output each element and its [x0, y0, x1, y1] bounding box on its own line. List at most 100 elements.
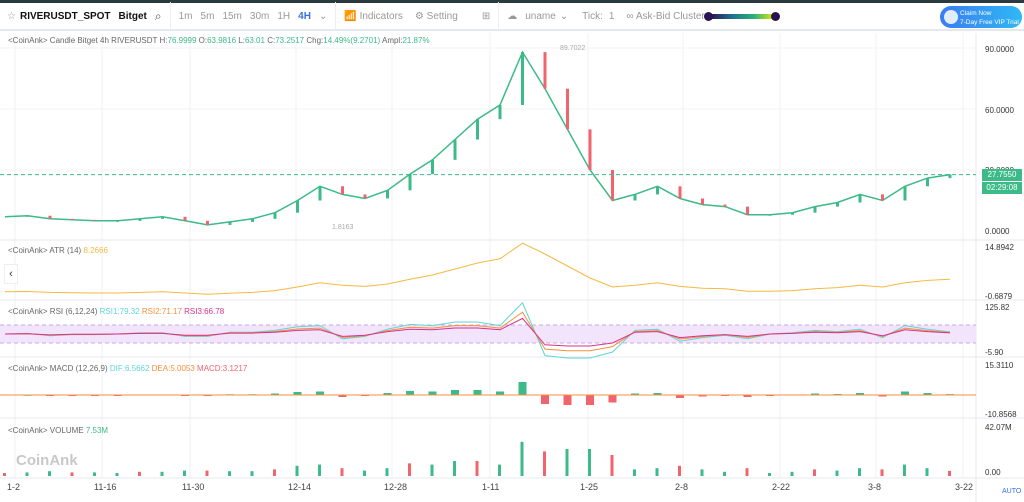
volume-tick: 0.00	[985, 468, 1001, 477]
atr-prefix: <CoinAnk> ATR (14)	[8, 246, 82, 255]
volume-bar	[318, 464, 321, 476]
volume-bar	[250, 471, 254, 476]
candle	[858, 194, 862, 203]
candle-legend: <CoinAnk> Candle Bitget 4h RIVERUSDT H:7…	[8, 36, 430, 45]
volume-bar	[835, 470, 839, 476]
volume-bar	[408, 463, 411, 476]
volume-bar	[160, 471, 164, 476]
volume-bar	[768, 473, 771, 476]
macd-tick: -10.8568	[985, 410, 1017, 419]
volume-bar	[138, 471, 141, 476]
price-tick: 60.0000	[985, 106, 1014, 115]
volume-bar	[880, 469, 884, 476]
macd-bar	[316, 391, 324, 395]
chg-value: 14.49%(9.2701)	[323, 36, 381, 45]
candle	[408, 174, 412, 191]
price-tick: 90.0000	[985, 45, 1014, 54]
volume-bar	[3, 473, 6, 476]
candle	[813, 206, 817, 213]
candle	[948, 174, 952, 179]
rsi-band	[0, 325, 976, 343]
low-label: 1.8163	[332, 224, 354, 231]
volume-bar	[48, 471, 51, 476]
l-value: 63.01	[244, 36, 265, 45]
candle	[116, 220, 119, 222]
volume-bar	[858, 468, 861, 476]
volume-bar	[93, 472, 96, 476]
volume-bar	[745, 468, 749, 476]
ampl-label: Ampl:	[381, 36, 403, 45]
rsi2-value: RSI2:71.17	[141, 307, 182, 316]
dea-value: DEA:5.0053	[151, 364, 195, 373]
dif-value: DIF:6.5662	[109, 364, 150, 373]
volume-legend: <CoinAnk> VOLUME 7.53M	[8, 426, 108, 435]
rsi-legend: <CoinAnk> RSI (6,12,24) RSI1:79.32 RSI2:…	[8, 307, 224, 316]
volume-bar	[115, 473, 119, 476]
collapse-panel-button[interactable]: ‹	[4, 264, 18, 284]
volume-bar	[610, 455, 614, 476]
candle	[678, 186, 682, 199]
x-axis-label: 3-8	[868, 482, 882, 492]
candle	[431, 159, 434, 175]
candle	[836, 202, 839, 207]
price-tick: 0.0000	[985, 227, 1010, 236]
macd-bar	[428, 391, 437, 395]
x-axis-label: 1-2	[7, 482, 21, 492]
candle	[588, 129, 592, 171]
c-label: C:	[267, 36, 276, 45]
h-value: 76.9999	[167, 36, 197, 45]
candle	[881, 194, 884, 201]
o-label: O:	[198, 36, 208, 45]
chg-label: Chg:	[306, 36, 324, 45]
candle	[48, 215, 52, 219]
candle	[476, 119, 479, 140]
atr-line	[4, 242, 951, 295]
candle	[521, 52, 524, 105]
volume-bar	[475, 461, 479, 476]
macd-bar	[518, 382, 527, 395]
candle	[791, 212, 794, 215]
macd-bar	[586, 395, 594, 405]
volume-bar	[520, 441, 524, 476]
candle	[701, 198, 704, 205]
volume-value: 7.53M	[85, 426, 109, 435]
volume-bar	[183, 470, 186, 476]
volume-bar	[903, 464, 906, 476]
candle	[206, 220, 209, 225]
auto-scale-button[interactable]: AUTO	[1002, 488, 1021, 495]
macd-bar	[563, 395, 572, 405]
atr-tick: 14.8942	[985, 243, 1014, 252]
macd-bar	[496, 391, 504, 395]
candle	[903, 186, 907, 201]
last-price-tag: 27.7550	[982, 169, 1022, 181]
volume-tick: 42.07M	[985, 423, 1012, 432]
candle	[746, 206, 749, 215]
volume-bar	[273, 469, 276, 476]
x-axis-label: 1-25	[580, 482, 599, 492]
macd-bar	[451, 390, 459, 395]
chart-canvas[interactable]	[0, 0, 1024, 502]
volume-bar	[25, 472, 29, 476]
volume-bar	[430, 464, 434, 476]
volume-bar	[700, 469, 704, 476]
x-axis-label: 11-16	[94, 482, 117, 492]
macd-prefix: <CoinAnk> MACD (12,26,9)	[8, 364, 108, 373]
macd-bar	[406, 391, 414, 395]
volume-bar	[633, 469, 636, 476]
candle	[566, 88, 569, 130]
atr-value: 8.2666	[83, 246, 108, 255]
volume-bar	[790, 471, 794, 476]
h-label: H:	[159, 36, 168, 45]
macd-bar	[541, 395, 549, 404]
countdown-tag: 02:29:08	[982, 182, 1022, 194]
candle	[633, 194, 637, 201]
macd-bar	[901, 391, 909, 395]
volume-bar	[295, 465, 299, 476]
volume-bar	[588, 449, 591, 476]
x-axis-label: 2-8	[675, 482, 689, 492]
x-axis-label: 2-22	[772, 482, 791, 492]
volume-bar	[70, 472, 74, 476]
c-value: 73.2517	[275, 36, 305, 45]
x-axis-label: 12-14	[288, 482, 312, 492]
atr-legend: <CoinAnk> ATR (14) 8.2666	[8, 246, 108, 255]
